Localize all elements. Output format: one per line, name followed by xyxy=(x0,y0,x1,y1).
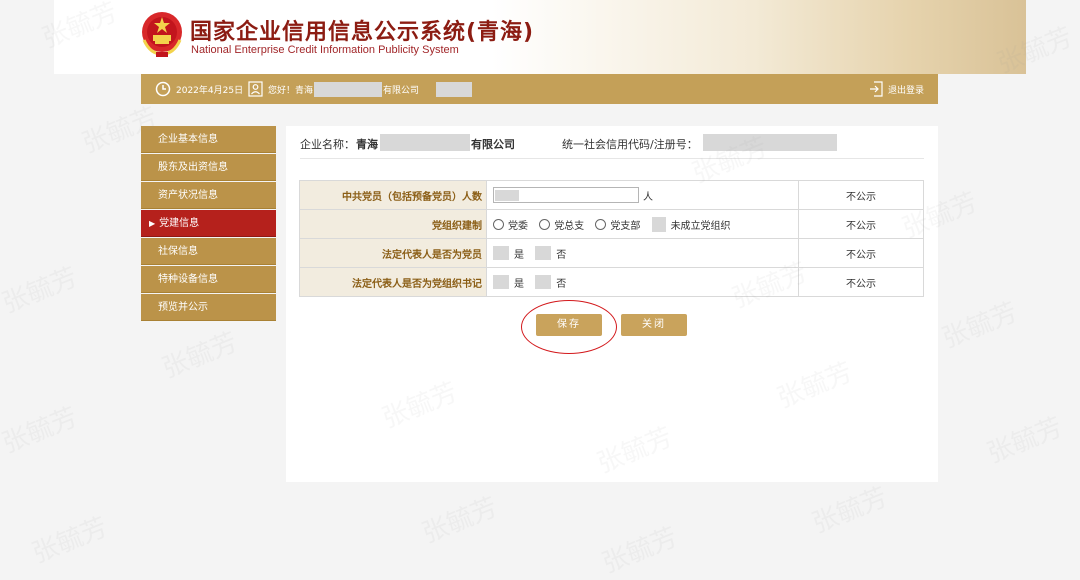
sidebar-item-label: 企业基本信息 xyxy=(158,134,218,145)
sidebar-item-special-equipment[interactable]: 特种设备信息 xyxy=(141,266,276,293)
sidebar-nav: 企业基本信息 股东及出资信息 资产状况信息 ▶ 党建信息 社保信息 特种设备信息 … xyxy=(141,126,276,322)
option-label: 党总支 xyxy=(554,220,585,232)
option-label: 党支部 xyxy=(610,220,641,232)
redacted-block xyxy=(380,134,470,151)
user-icon xyxy=(248,81,263,97)
redacted-block xyxy=(703,134,837,151)
party-member-count-input[interactable] xyxy=(493,187,639,203)
legal-rep-secretary-cell: 是 否 xyxy=(486,267,799,297)
option-no-label: 否 xyxy=(556,278,567,290)
watermark: 张毓芳 xyxy=(28,512,112,570)
logout-button[interactable]: 退出登录 xyxy=(869,81,924,97)
current-date: 2022年4月25日 xyxy=(176,86,244,96)
main-panel: 企业名称： 青海 有限公司 统一社会信用代码/注册号： 中共党员（包括预备党员）… xyxy=(286,126,938,482)
form-row-legal-rep-member: 法定代表人是否为党员 是 否 不公示 xyxy=(299,238,924,268)
legal-rep-secretary-label: 法定代表人是否为党组织书记 xyxy=(299,267,487,297)
sidebar-item-preview-publish[interactable]: 预览并公示 xyxy=(141,294,276,321)
party-organization-label: 党组织建制 xyxy=(299,209,487,239)
option-yes-label: 是 xyxy=(514,249,524,261)
clock-icon xyxy=(155,81,171,97)
sidebar-item-basic-info[interactable]: 企业基本信息 xyxy=(141,126,276,153)
sidebar-item-label: 社保信息 xyxy=(158,246,198,257)
company-name-prefix: 青海 xyxy=(356,138,378,151)
company-suffix: 有限公司 xyxy=(383,86,420,96)
form-row-party-organization: 党组织建制 党委 党总支 党支部 未成立党组织 不公示 xyxy=(299,209,924,239)
legal-rep-member-label: 法定代表人是否为党员 xyxy=(299,238,487,268)
watermark: 张毓芳 xyxy=(808,482,892,540)
watermark: 张毓芳 xyxy=(0,402,82,460)
top-bar: 2022年4月25日 您好！青海 有限公司 退出登录 xyxy=(141,74,938,104)
option-no-label: 否 xyxy=(556,249,567,261)
unit-label: 人 xyxy=(643,191,653,203)
party-organization-cell: 党委 党总支 党支部 未成立党组织 xyxy=(486,209,799,239)
publicity-status: 不公示 xyxy=(798,209,924,239)
radio-party-committee[interactable] xyxy=(493,218,504,230)
watermark: 张毓芳 xyxy=(983,412,1067,470)
save-button[interactable]: 保存 xyxy=(536,314,602,336)
watermark: 张毓芳 xyxy=(598,522,682,580)
caret-right-icon: ▶ xyxy=(149,219,156,228)
redacted-block[interactable] xyxy=(493,275,509,289)
watermark: 张毓芳 xyxy=(158,327,242,385)
redacted-block[interactable] xyxy=(535,275,552,289)
national-emblem-icon xyxy=(142,12,182,57)
redacted-block xyxy=(495,190,519,201)
site-title: 国家企业信用信息公示系统(青海) xyxy=(190,20,535,45)
legal-rep-member-cell: 是 否 xyxy=(486,238,799,268)
party-member-count-cell: 人 xyxy=(486,180,799,210)
option-label: 党委 xyxy=(508,220,528,232)
radio-general-branch[interactable] xyxy=(539,218,551,230)
radio-party-branch[interactable] xyxy=(595,218,607,230)
option-label: 未成立党组织 xyxy=(670,220,731,232)
option-yes-label: 是 xyxy=(514,278,524,290)
redacted-block xyxy=(651,216,666,232)
redacted-block xyxy=(314,82,382,97)
sidebar-item-label: 特种设备信息 xyxy=(158,274,218,285)
logout-label: 退出登录 xyxy=(887,85,924,96)
party-building-form: 中共党员（包括预备党员）人数 人 不公示 党组织建制 党委 党总支 党支部 未成… xyxy=(299,180,924,297)
sidebar-item-party-building[interactable]: ▶ 党建信息 xyxy=(141,210,276,237)
party-member-count-label: 中共党员（包括预备党员）人数 xyxy=(299,180,487,210)
watermark: 张毓芳 xyxy=(418,492,502,550)
company-name-suffix: 有限公司 xyxy=(471,138,515,151)
credit-code-label: 统一社会信用代码/注册号： xyxy=(562,138,698,151)
sidebar-item-shareholder-info[interactable]: 股东及出资信息 xyxy=(141,154,276,181)
redacted-block[interactable] xyxy=(493,246,509,260)
logout-icon xyxy=(869,81,883,97)
sidebar-item-label: 资产状况信息 xyxy=(158,190,218,201)
site-header: 国家企业信用信息公示系统(青海) National Enterprise Cre… xyxy=(54,0,1026,74)
greeting-text: 您好！青海 xyxy=(268,86,314,96)
sidebar-item-label: 预览并公示 xyxy=(158,302,208,313)
redacted-block[interactable] xyxy=(535,246,552,260)
sidebar-item-label: 党建信息 xyxy=(159,218,200,229)
publicity-status: 不公示 xyxy=(798,267,924,297)
sidebar-item-social-insurance[interactable]: 社保信息 xyxy=(141,238,276,265)
sidebar-item-asset-info[interactable]: 资产状况信息 xyxy=(141,182,276,209)
form-row-legal-rep-secretary: 法定代表人是否为党组织书记 是 否 不公示 xyxy=(299,267,924,297)
watermark: 张毓芳 xyxy=(0,262,82,320)
watermark: 张毓芳 xyxy=(938,297,1022,355)
close-button[interactable]: 关闭 xyxy=(621,314,687,336)
company-info-bar: 企业名称： 青海 有限公司 统一社会信用代码/注册号： xyxy=(300,134,924,159)
site-subtitle: National Enterprise Credit Information P… xyxy=(191,44,459,56)
publicity-status: 不公示 xyxy=(798,238,924,268)
publicity-status: 不公示 xyxy=(798,180,924,210)
company-name-label: 企业名称： xyxy=(300,138,355,151)
redacted-block xyxy=(436,82,472,97)
form-row-party-members: 中共党员（包括预备党员）人数 人 不公示 xyxy=(299,180,924,210)
sidebar-item-label: 股东及出资信息 xyxy=(158,162,228,173)
